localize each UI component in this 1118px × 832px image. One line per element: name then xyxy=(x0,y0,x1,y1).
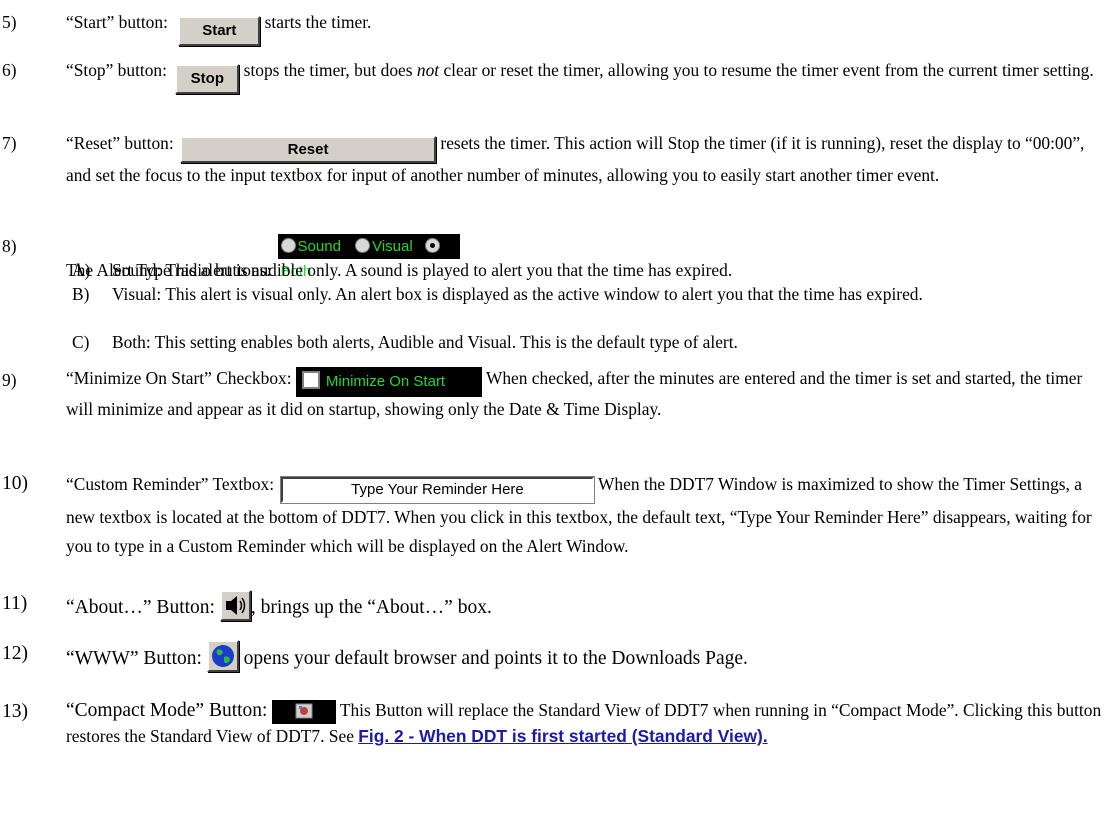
radio-label: Sound xyxy=(297,238,341,255)
item-prefix: “Compact Mode” Button: xyxy=(66,700,268,721)
item-number: 8) xyxy=(2,236,17,256)
item-prefix: “Start” button: xyxy=(66,12,168,32)
checkbox-icon xyxy=(301,371,320,389)
item-prefix: “About…” Button: xyxy=(66,597,215,618)
stop-button[interactable]: Stop xyxy=(175,64,240,94)
item-body: “Start” button: Start starts the timer. xyxy=(66,10,1104,46)
item-suffix: clear or reset the timer, allowing you t… xyxy=(439,60,1094,80)
about-button[interactable] xyxy=(219,590,251,621)
item-number: 5) xyxy=(2,12,17,32)
item-body: “Reset” button: Reset resets the timer. … xyxy=(66,131,1104,187)
item-body: “About…” Button: , brings up the “About…… xyxy=(66,590,1104,622)
sub-item-visual: B) Visual: This alert is visual only. An… xyxy=(72,282,1104,306)
radio-button-selected-icon xyxy=(424,238,440,253)
custom-reminder-textbox[interactable]: Type Your Reminder Here xyxy=(279,476,595,504)
item-prefix: “Minimize On Start” Checkbox: xyxy=(66,368,292,388)
item-prefix: “Stop” button: xyxy=(66,60,167,80)
www-button[interactable] xyxy=(206,640,239,672)
sub-item-both: C) Both: This setting enables both alert… xyxy=(72,330,1104,354)
alert-type-radio-group: Sound Visual Both xyxy=(277,234,460,280)
globe-icon xyxy=(211,645,234,667)
compact-mode-button[interactable] xyxy=(271,700,336,724)
sub-item-sound: A) Sound: This alert is audible only. A … xyxy=(72,258,1104,282)
radio-sound[interactable]: Sound xyxy=(280,238,341,255)
sub-item-text: Visual: This alert is visual only. An al… xyxy=(112,284,923,304)
item-prefix: “Reset” button: xyxy=(66,133,174,153)
radio-label: Visual xyxy=(372,238,413,255)
item-number: 6) xyxy=(2,60,17,80)
item-body: “Minimize On Start” Checkbox: Minimize O… xyxy=(66,366,1104,421)
radio-visual[interactable]: Visual xyxy=(355,238,413,255)
speaker-icon xyxy=(225,596,246,615)
sub-item-number: A) xyxy=(72,260,91,280)
item-body: “Custom Reminder” Textbox: Type Your Rem… xyxy=(66,470,1104,561)
item-prefix: “Custom Reminder” Textbox: xyxy=(66,474,275,494)
item-number: 7) xyxy=(2,133,17,153)
minimize-on-start-checkbox[interactable]: Minimize On Start xyxy=(295,367,482,397)
item-body: “Compact Mode” Button: This Button will … xyxy=(66,698,1104,748)
item-number: 10) xyxy=(2,473,28,494)
item-suffix: , brings up the “About…” box. xyxy=(250,597,492,618)
item-number: 9) xyxy=(2,370,17,390)
item-suffix: opens your default browser and points it… xyxy=(238,648,748,669)
sub-item-number: C) xyxy=(72,332,90,352)
sub-item-text: Both: This setting enables both alerts, … xyxy=(112,332,738,352)
item-body: “WWW” Button: opens your default browser… xyxy=(66,640,1104,673)
item-number: 11) xyxy=(2,593,28,614)
compact-mode-icon xyxy=(295,703,313,719)
radio-button-icon xyxy=(280,238,296,253)
sub-item-text: Sound: This alert is audible only. A sou… xyxy=(112,260,733,280)
reset-button[interactable]: Reset xyxy=(180,136,437,163)
item-number: 13) xyxy=(2,701,28,722)
item-suffix: starts the timer. xyxy=(260,12,372,32)
start-button[interactable]: Start xyxy=(178,16,261,46)
item-suffix: stops the timer, but does xyxy=(239,60,417,80)
item-body: “Stop” button: Stop stops the timer, but… xyxy=(66,58,1104,94)
radio-button-icon xyxy=(355,238,371,253)
item-emphasis: not xyxy=(416,60,440,80)
item-number: 12) xyxy=(2,643,28,664)
checkbox-label: Minimize On Start xyxy=(325,373,446,390)
fig2-link[interactable]: Fig. 2 - When DDT is first started (Stan… xyxy=(358,726,767,746)
sub-item-number: B) xyxy=(72,284,90,304)
item-prefix: “WWW” Button: xyxy=(66,648,202,669)
